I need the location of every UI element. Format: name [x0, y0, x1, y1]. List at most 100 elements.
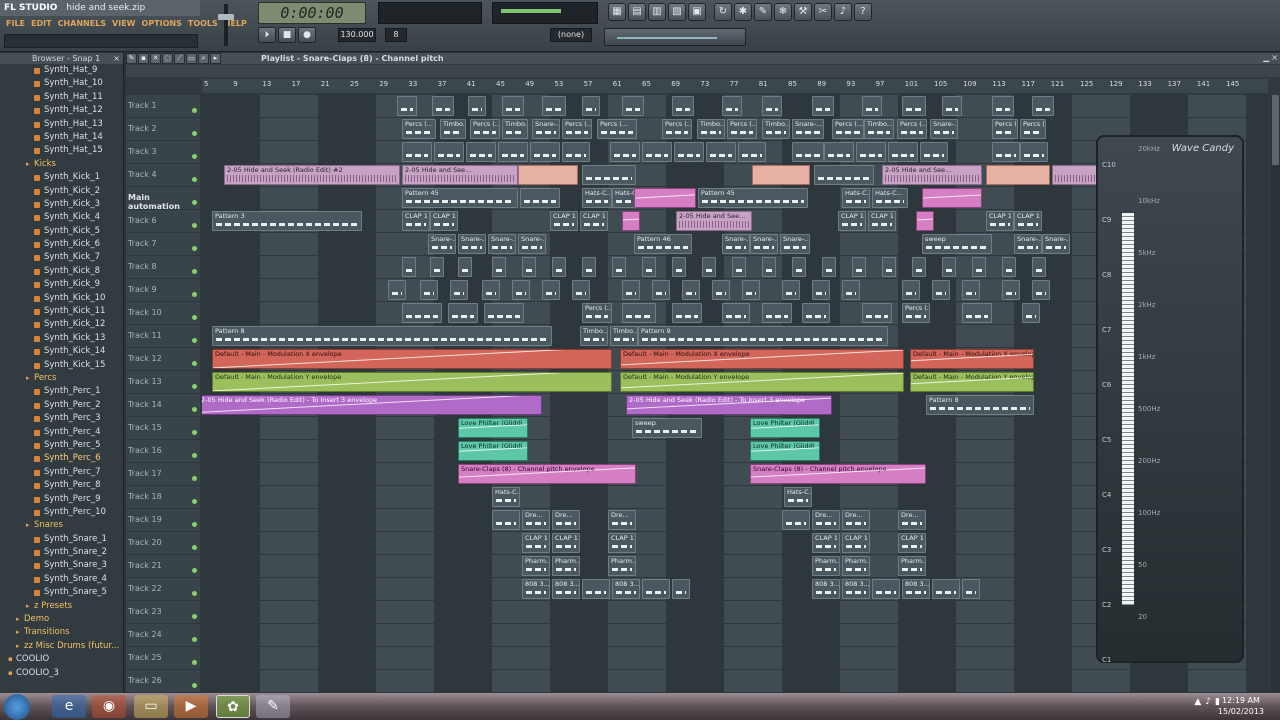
browser-file-item[interactable]: Synth_Snare_3: [0, 559, 123, 572]
playlist-clip[interactable]: Hats-C...: [492, 487, 520, 507]
playlist-clip[interactable]: [572, 280, 590, 300]
playlist-clip[interactable]: Snare-...: [428, 234, 456, 254]
zoom-tool-icon[interactable]: ⌕: [198, 53, 209, 64]
track-header[interactable]: Track 13: [126, 371, 200, 394]
playlist-clip[interactable]: [492, 510, 520, 530]
track-mute-led-icon[interactable]: [192, 430, 197, 435]
track-header[interactable]: Track 21: [126, 555, 200, 578]
playlist-clip[interactable]: [722, 303, 750, 323]
playlist-clip[interactable]: [502, 96, 524, 116]
playlist-clip[interactable]: [762, 96, 782, 116]
draw-tool-icon[interactable]: ✎: [126, 53, 137, 64]
playlist-clip[interactable]: [622, 211, 640, 231]
playlist-clip[interactable]: [992, 142, 1020, 162]
playlist-clip[interactable]: Default - Main - Modulation Y envelope: [910, 372, 1034, 392]
vertical-scrollbar[interactable]: [1271, 95, 1280, 693]
browser-file-item[interactable]: Synth_Kick_5: [0, 225, 123, 238]
playlist-clip[interactable]: Snare-...: [792, 119, 824, 139]
browser-file-item[interactable]: Synth_Hat_11: [0, 91, 123, 104]
playlist-clip[interactable]: Snare-...: [532, 119, 560, 139]
playback-tool-icon[interactable]: ▸: [210, 53, 221, 64]
undo-icon[interactable]: ↻: [714, 3, 732, 21]
playlist-clip[interactable]: Pattern 9: [638, 326, 888, 346]
playlist-clip[interactable]: [672, 257, 686, 277]
volume-icon[interactable]: ♪: [1205, 697, 1211, 707]
playlist-clip[interactable]: [932, 579, 960, 599]
playlist-clip[interactable]: [432, 96, 454, 116]
playlist-clip[interactable]: [542, 280, 560, 300]
playlist-clip[interactable]: [712, 280, 730, 300]
scroll-thumb[interactable]: [1272, 95, 1279, 165]
browser-file-item[interactable]: Synth_Kick_6: [0, 238, 123, 251]
playlist-clip[interactable]: Percs (...: [597, 119, 637, 139]
playlist-clip[interactable]: [782, 280, 800, 300]
playlist-clip[interactable]: [402, 257, 416, 277]
playlist-clip[interactable]: [962, 280, 980, 300]
browser-file-item[interactable]: Synth_Kick_3: [0, 198, 123, 211]
playlist-clip[interactable]: 808 3...: [612, 579, 640, 599]
playlist-clip[interactable]: [702, 257, 716, 277]
playlist-clip[interactable]: 808 3...: [842, 579, 870, 599]
playlist-clip[interactable]: Pharm...: [552, 556, 580, 576]
playlist-clip[interactable]: Snare-...: [1042, 234, 1070, 254]
playlist-clip[interactable]: Timbo...: [502, 119, 528, 139]
playlist-clip[interactable]: [458, 257, 472, 277]
track-header[interactable]: Track 26: [126, 670, 200, 693]
browser-file-item[interactable]: Synth_Kick_10: [0, 292, 123, 305]
browser-file-item[interactable]: Synth_Snare_5: [0, 586, 123, 599]
playlist-clip[interactable]: Timbo...: [697, 119, 725, 139]
playlist-clip[interactable]: Pharm...: [898, 556, 926, 576]
playlist-clip[interactable]: Default - Main - Modulation Y envelope: [212, 372, 612, 392]
playlist-clip[interactable]: CLAP 1: [550, 211, 578, 231]
browser-file-item[interactable]: Synth_Hat_10: [0, 77, 123, 90]
select-tool-icon[interactable]: ▭: [186, 53, 197, 64]
playlist-clip[interactable]: 808 3...: [522, 579, 550, 599]
playlist-clip[interactable]: [972, 257, 986, 277]
slice-tool-icon[interactable]: ⟋: [174, 53, 185, 64]
playlist-clip[interactable]: [920, 142, 948, 162]
playlist-clip[interactable]: [672, 303, 702, 323]
playlist-clip[interactable]: Percs (...: [470, 119, 500, 139]
playlist-clip[interactable]: Pattern 3: [212, 211, 362, 231]
playlist-clip[interactable]: Dre...: [608, 510, 636, 530]
playlist-clip[interactable]: [622, 303, 656, 323]
track-mute-led-icon[interactable]: [192, 315, 197, 320]
playlist-clip[interactable]: [622, 280, 640, 300]
playlist-clip[interactable]: [856, 142, 886, 162]
ie-icon[interactable]: e: [52, 695, 86, 718]
playlist-clip[interactable]: Default - Main - Modulation X envelope: [620, 349, 904, 369]
playlist-clip[interactable]: [448, 303, 478, 323]
playlist-clip[interactable]: Pharm...: [842, 556, 870, 576]
wave-candy-plugin[interactable]: Wave Candy C10 C9 C8 C7 C6 C5 C4 C3 C2 C1 20kHz 10k…: [1096, 135, 1244, 664]
playlist-clip[interactable]: [610, 142, 640, 162]
playlist-clip[interactable]: Snare-...: [750, 234, 778, 254]
playlist-clip[interactable]: CLAP 1: [868, 211, 896, 231]
track-header[interactable]: Track 2: [126, 118, 200, 141]
browser-file-item[interactable]: Synth_Hat_14: [0, 131, 123, 144]
playlist-clip[interactable]: [562, 142, 590, 162]
playlist-clip[interactable]: [522, 257, 536, 277]
track-mute-led-icon[interactable]: [192, 499, 197, 504]
playlist-clip[interactable]: Hats-C...: [784, 487, 812, 507]
track-header[interactable]: Main automation: [126, 187, 200, 211]
playlist-clip[interactable]: [922, 188, 982, 208]
playlist-clip[interactable]: sweep: [922, 234, 992, 254]
playlist-clip[interactable]: [872, 579, 900, 599]
playlist-toggle-icon[interactable]: ▦: [608, 3, 626, 21]
playlist-clip[interactable]: [902, 280, 920, 300]
playlist-clip[interactable]: [520, 188, 560, 208]
playlist-clip[interactable]: [706, 142, 736, 162]
playlist-clip[interactable]: [672, 579, 690, 599]
track-mute-led-icon[interactable]: [192, 131, 197, 136]
playlist-clip[interactable]: [932, 280, 950, 300]
track-mute-led-icon[interactable]: [192, 154, 197, 159]
playlist-clip[interactable]: [552, 257, 566, 277]
playlist-clip[interactable]: CLAP 1: [842, 533, 870, 553]
playlist-clip[interactable]: Dre...: [898, 510, 926, 530]
track-header[interactable]: Track 24: [126, 624, 200, 647]
playlist-clip[interactable]: [612, 257, 626, 277]
playlist-clip[interactable]: Dre...: [812, 510, 840, 530]
note-icon[interactable]: ♪: [834, 3, 852, 21]
playlist-clip[interactable]: [652, 280, 670, 300]
browser-file-item[interactable]: Synth_Hat_9: [0, 64, 123, 77]
